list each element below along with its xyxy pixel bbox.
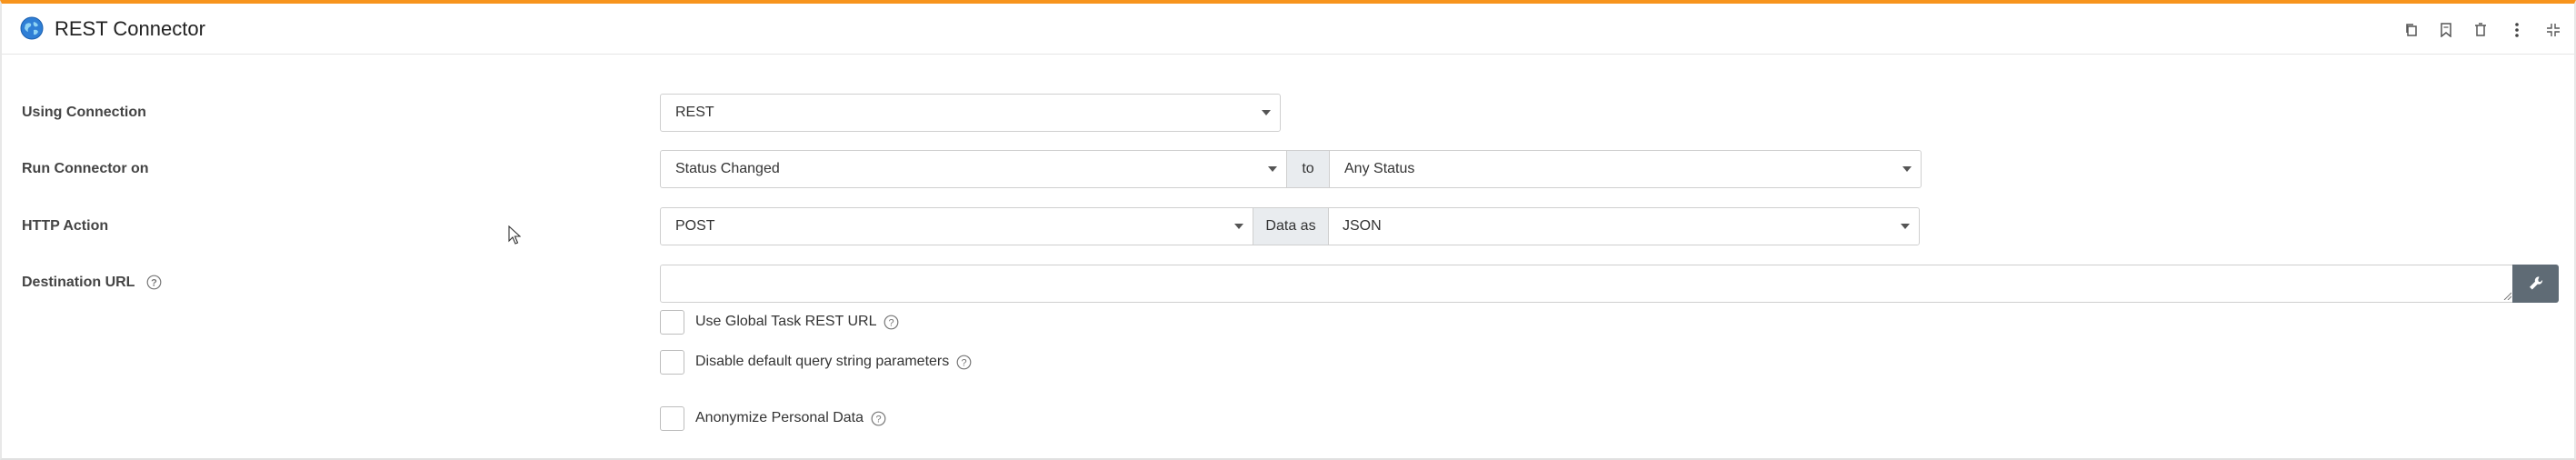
anonymize-label[interactable]: Anonymize Personal Data [695,410,864,426]
connection-select-value: REST [675,105,714,120]
use-global-url-label[interactable]: Use Global Task REST URL [695,314,876,330]
trigger-select-value: Status Changed [675,161,780,176]
collapse-icon[interactable] [2543,20,2563,40]
more-vertical-icon[interactable] [2507,20,2527,40]
help-icon[interactable]: ? [871,411,886,426]
chevron-down-icon [1901,224,1910,229]
destination-url-label-row: Destination URL ? [22,274,162,292]
chevron-down-icon [1902,166,1912,172]
use-global-url-checkbox[interactable] [660,309,684,335]
help-icon[interactable]: ? [146,275,162,290]
http-method-value: POST [675,218,715,234]
panel-header: REST Connector [2,4,2574,55]
to-addon: to [1287,150,1329,188]
bookmark-icon[interactable] [2436,20,2456,40]
svg-text:?: ? [962,357,967,368]
panel-title: REST Connector [55,17,205,40]
disable-query-params-checkbox[interactable] [660,349,684,375]
mouse-cursor-icon [508,225,521,245]
anonymize-checkbox[interactable] [660,405,684,431]
copy-icon[interactable] [2401,20,2421,40]
resize-grip-icon[interactable] [2502,291,2511,300]
wrench-icon [2529,276,2542,290]
use-global-url-row: Use Global Task REST URL ? [660,309,899,335]
chevron-down-icon [1262,110,1271,115]
data-format-select[interactable]: JSON [1328,207,1920,245]
status-select-value: Any Status [1344,161,1415,176]
svg-text:?: ? [875,414,881,425]
data-as-addon: Data as [1253,207,1328,245]
http-method-select[interactable]: POST [660,207,1253,245]
connection-select[interactable]: REST [660,94,1281,132]
globe-icon [20,16,44,40]
anonymize-row: Anonymize Personal Data ? [660,405,886,431]
help-icon[interactable]: ? [884,315,899,330]
chevron-down-icon [1268,166,1277,172]
run-connector-label: Run Connector on [22,161,149,176]
disable-query-params-row: Disable default query string parameters … [660,349,972,375]
destination-url-input[interactable] [660,265,2514,303]
delete-icon[interactable] [2471,20,2491,40]
svg-text:?: ? [889,317,894,328]
data-format-value: JSON [1343,218,1382,234]
rest-connector-panel: REST Connector Using Connection REST Run… [0,0,2576,460]
status-select[interactable]: Any Status [1329,150,1922,188]
destination-url-label: Destination URL [22,275,135,290]
using-connection-label: Using Connection [22,105,146,120]
url-builder-button[interactable] [2512,265,2559,303]
http-action-label: HTTP Action [22,218,109,234]
disable-query-params-label[interactable]: Disable default query string parameters [695,354,949,370]
help-icon[interactable]: ? [956,355,972,370]
svg-text:?: ? [151,278,157,289]
chevron-down-icon [1234,224,1243,229]
trigger-select[interactable]: Status Changed [660,150,1287,188]
